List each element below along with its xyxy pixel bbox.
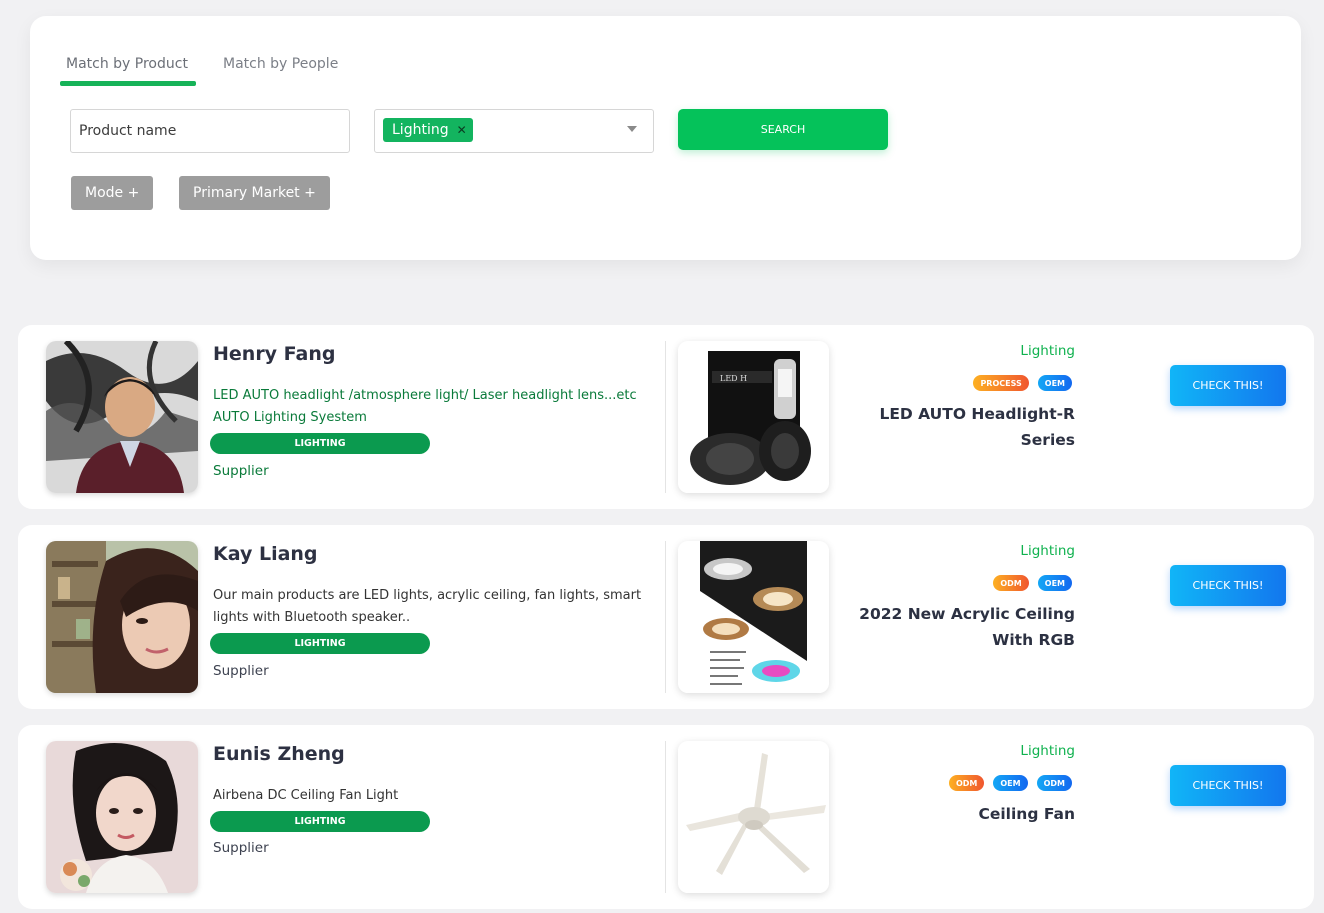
product-category: Lighting	[1020, 743, 1075, 759]
active-tab-indicator	[60, 81, 196, 86]
mode-filter-button[interactable]: Mode +	[71, 176, 154, 210]
avatar[interactable]	[46, 741, 198, 893]
divider	[665, 541, 666, 693]
role-label: Supplier	[213, 840, 269, 856]
odm-badge: ODM	[948, 775, 985, 791]
product-name-input[interactable]	[70, 109, 350, 153]
person-name[interactable]: Henry Fang	[213, 343, 336, 365]
process-badge: PROCESS	[973, 375, 1029, 391]
role-label: Supplier	[213, 463, 269, 479]
divider	[665, 741, 666, 893]
category-chip: Lighting ✕	[383, 118, 473, 142]
chevron-down-icon[interactable]	[627, 126, 637, 132]
oem-badge: OEM	[993, 775, 1028, 791]
check-this-button[interactable]: CHECK THIS!	[1170, 365, 1286, 406]
result-card: Eunis Zheng Airbena DC Ceiling Fan Light…	[18, 725, 1314, 909]
odm-badge: ODM	[993, 575, 1029, 591]
avatar[interactable]	[46, 341, 198, 493]
industry-badge: LIGHTING	[210, 433, 430, 454]
search-panel: Match by Product Match by People Lightin…	[30, 16, 1301, 260]
odm-badge: ODM	[1036, 775, 1072, 791]
divider	[665, 341, 666, 493]
product-category: Lighting	[1020, 343, 1075, 359]
tab-match-by-product[interactable]: Match by Product	[66, 56, 188, 72]
category-select[interactable]: Lighting ✕	[374, 109, 654, 153]
oem-badge: OEM	[1037, 575, 1072, 591]
result-card: Henry Fang LED AUTO headlight /atmospher…	[18, 325, 1314, 509]
company-description: Our main products are LED lights, acryli…	[213, 588, 642, 625]
role-label: Supplier	[213, 663, 269, 679]
industry-badge: LIGHTING	[210, 633, 430, 654]
search-button[interactable]: SEARCH	[678, 109, 888, 150]
oem-badge: OEM	[1037, 375, 1072, 391]
product-category: Lighting	[1020, 543, 1075, 559]
svg-text:LED H: LED H	[720, 374, 747, 383]
badge-group: ODM OEM	[993, 575, 1072, 591]
result-card: Kay Liang Our main products are LED ligh…	[18, 525, 1314, 709]
category-chip-label: Lighting	[392, 122, 449, 138]
product-image[interactable]	[678, 541, 829, 693]
product-title[interactable]: LED AUTO Headlight-R Series	[835, 401, 1075, 453]
person-name[interactable]: Eunis Zheng	[213, 743, 345, 765]
person-name[interactable]: Kay Liang	[213, 543, 318, 565]
check-this-button[interactable]: CHECK THIS!	[1170, 565, 1286, 606]
badge-group: ODM OEM ODM	[948, 775, 1072, 791]
badge-group: PROCESS OEM	[973, 375, 1072, 391]
remove-chip-icon[interactable]: ✕	[457, 123, 467, 137]
primary-market-filter-button[interactable]: Primary Market +	[179, 176, 330, 210]
avatar[interactable]	[46, 541, 198, 693]
tab-match-by-people[interactable]: Match by People	[223, 56, 338, 72]
product-image[interactable]	[678, 741, 829, 893]
company-description: LED AUTO headlight /atmosphere light/ La…	[213, 388, 637, 425]
check-this-button[interactable]: CHECK THIS!	[1170, 765, 1286, 806]
product-title[interactable]: 2022 New Acrylic Ceiling With RGB	[835, 601, 1075, 653]
industry-badge: LIGHTING	[210, 811, 430, 832]
product-title[interactable]: Ceiling Fan	[835, 801, 1075, 827]
company-description: Airbena DC Ceiling Fan Light	[213, 788, 399, 803]
product-image[interactable]: LED H	[678, 341, 829, 493]
